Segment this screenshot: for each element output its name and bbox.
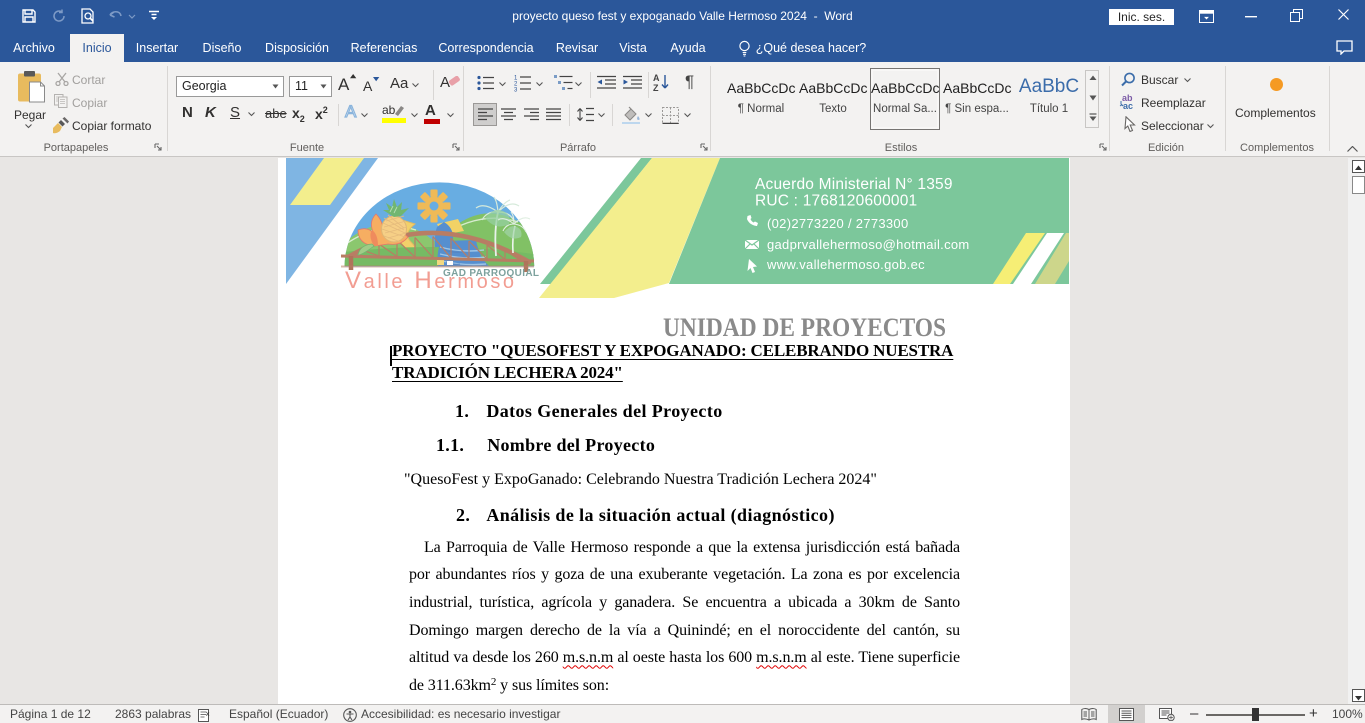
svg-text:3: 3 (514, 88, 518, 93)
svg-text:ac: ac (1123, 101, 1133, 110)
svg-text:A: A (653, 73, 660, 83)
svg-text:gadprvallehermoso@hotmail.com: gadprvallehermoso@hotmail.com (767, 237, 970, 252)
svg-text:x: x (206, 711, 210, 718)
svg-text:Z: Z (653, 83, 659, 92)
svg-text:Valle Hermoso: Valle Hermoso (345, 267, 517, 294)
svg-text:www.vallehermoso.gob.ec: www.vallehermoso.gob.ec (766, 257, 925, 272)
svg-text:(02)2773220 / 2773300: (02)2773220 / 2773300 (767, 216, 908, 231)
svg-text:Acuerdo Ministerial N° 1359: Acuerdo Ministerial N° 1359 (755, 176, 953, 193)
svg-text:RUC : 1768120600001: RUC : 1768120600001 (755, 193, 917, 210)
